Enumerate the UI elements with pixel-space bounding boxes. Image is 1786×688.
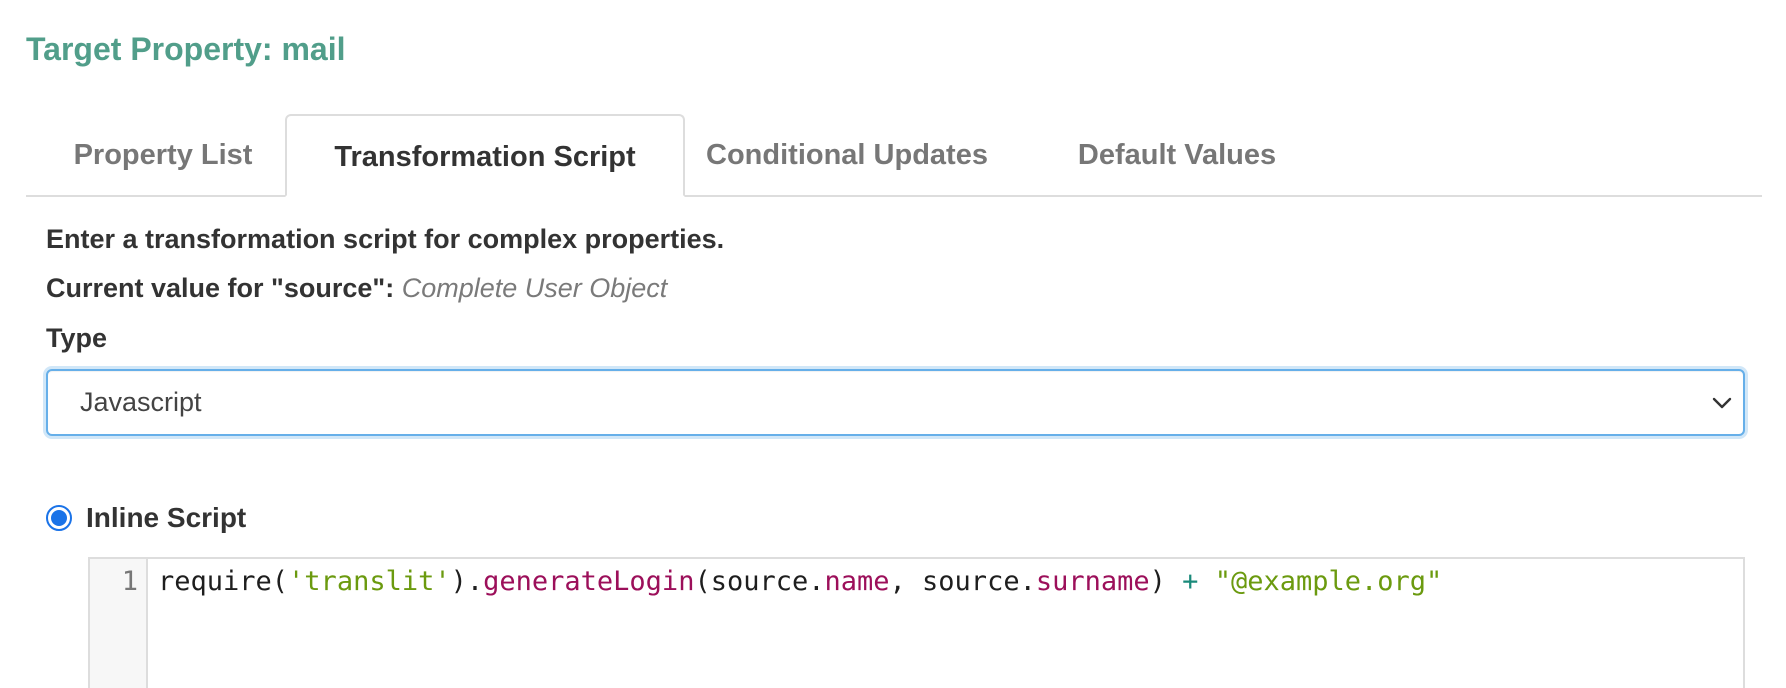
- tab-bar: Property List Transformation Script Cond…: [26, 114, 1762, 197]
- page: Target Property: mail Property List Tran…: [0, 0, 1786, 688]
- chevron-down-icon: [1712, 397, 1732, 409]
- current-value-label: Current value for "source":: [46, 273, 395, 303]
- code-token-op: +: [1182, 566, 1199, 597]
- code-token-plain: require(: [158, 566, 289, 597]
- line-number: 1: [121, 566, 138, 597]
- code-token-prop: generateLogin: [483, 566, 695, 597]
- inline-script-label: Inline Script: [86, 502, 247, 533]
- intro-text: Enter a transformation script for comple…: [46, 224, 725, 254]
- current-value-row: Current value for "source": Complete Use…: [46, 268, 667, 308]
- page-title: Target Property: mail: [26, 31, 346, 67]
- type-select-value: Javascript: [80, 387, 202, 417]
- type-label: Type: [46, 323, 108, 353]
- tab-default-values[interactable]: Default Values: [1066, 114, 1288, 197]
- tab-conditional-updates[interactable]: Conditional Updates: [702, 114, 992, 197]
- code-token-plain: (source.: [694, 566, 825, 597]
- editor-gutter: 1: [90, 559, 148, 688]
- tab-transformation-script[interactable]: Transformation Script: [285, 114, 685, 197]
- code-token-string: 'translit': [288, 566, 451, 597]
- code-token-prop: surname: [1035, 566, 1150, 597]
- code-token-plain: ).: [450, 566, 484, 597]
- radio-selected-dot: [51, 510, 67, 526]
- inline-script-radio[interactable]: [46, 505, 72, 531]
- code-line[interactable]: require('translit').generateLogin(source…: [158, 561, 1442, 603]
- code-token-plain: ): [1149, 566, 1183, 597]
- current-value: Complete User Object: [401, 273, 668, 303]
- code-token-string: "@example.org": [1214, 566, 1443, 597]
- code-token-prop: name: [824, 566, 890, 597]
- code-token-plain: , source.: [889, 566, 1036, 597]
- inline-script-option[interactable]: Inline Script: [46, 497, 246, 539]
- tab-property-list[interactable]: Property List: [68, 114, 258, 197]
- type-select[interactable]: Javascript: [46, 369, 1745, 436]
- code-editor[interactable]: 1 require('translit').generateLogin(sour…: [88, 557, 1745, 688]
